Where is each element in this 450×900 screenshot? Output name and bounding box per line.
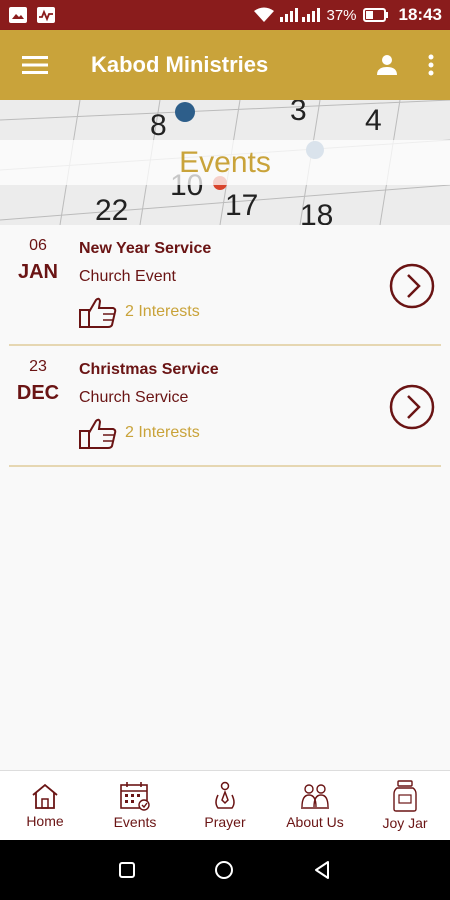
home-icon	[32, 783, 58, 809]
event-card[interactable]: 06 JAN New Year Service Church Event 2 I…	[9, 225, 441, 346]
event-date: 23 DEC	[9, 358, 67, 405]
thumbs-up-icon[interactable]	[79, 296, 117, 328]
system-navigation-bar	[0, 840, 450, 900]
event-month: DEC	[16, 382, 60, 404]
profile-icon[interactable]	[376, 54, 398, 76]
battery-percent: 37%	[326, 6, 357, 24]
events-banner: 8 3 4 22 10 17 18 Events	[0, 100, 450, 225]
chevron-right-circle-icon[interactable]	[389, 263, 435, 309]
nav-label-joy-jar: Joy Jar	[382, 815, 428, 831]
nav-label-about-us: About Us	[286, 814, 344, 830]
page-title: Events	[179, 145, 271, 179]
wifi-icon	[254, 7, 275, 22]
image-notification-icon	[9, 7, 27, 23]
event-day: 23	[29, 358, 47, 375]
event-type: Church Event	[79, 268, 176, 285]
menu-icon[interactable]	[22, 55, 48, 75]
nav-label-prayer: Prayer	[204, 814, 246, 830]
calendar-icon	[120, 782, 150, 811]
chevron-right-circle-icon[interactable]	[389, 384, 435, 430]
event-title: Christmas Service	[79, 361, 219, 378]
people-group-icon	[301, 784, 329, 809]
svg-text:18: 18	[300, 199, 333, 225]
svg-text:22: 22	[95, 194, 128, 225]
activity-notification-icon	[37, 7, 55, 23]
event-list: 06 JAN New Year Service Church Event 2 I…	[0, 225, 450, 467]
nav-item-about-us[interactable]: About Us	[270, 771, 360, 840]
status-bar: 37% 18:43	[0, 0, 450, 30]
more-options-icon[interactable]	[428, 54, 434, 76]
battery-icon	[362, 8, 388, 22]
event-date: 06 JAN	[9, 237, 67, 284]
event-title: New Year Service	[79, 240, 212, 257]
event-card[interactable]: 23 DEC Christmas Service Church Service …	[9, 346, 441, 467]
nav-label-events: Events	[113, 814, 157, 830]
banner-title-overlay: Events	[0, 140, 450, 185]
svg-text:3: 3	[290, 100, 307, 127]
event-type: Church Service	[79, 389, 189, 406]
nav-item-prayer[interactable]: Prayer	[180, 771, 270, 840]
home-button-icon[interactable]	[213, 859, 235, 881]
event-day: 06	[29, 237, 47, 254]
interest-count: 2 Interests	[125, 303, 200, 320]
event-details: New Year Service Church Event 2 Interest…	[79, 240, 211, 328]
nav-item-joy-jar[interactable]: Joy Jar	[360, 771, 450, 840]
event-month: JAN	[17, 261, 58, 283]
svg-text:4: 4	[365, 104, 382, 137]
interest-row[interactable]: 2 Interests	[79, 296, 211, 328]
svg-text:8: 8	[150, 109, 167, 142]
app-bar: Kabod Ministries	[0, 30, 450, 100]
nav-item-home[interactable]: Home	[0, 771, 90, 840]
clock: 18:43	[398, 5, 442, 24]
interest-count: 2 Interests	[125, 424, 200, 441]
bottom-navigation: Home Events Prayer About Us Joy Jar	[0, 770, 450, 840]
recent-apps-icon[interactable]	[118, 861, 136, 879]
interest-row[interactable]: 2 Interests	[79, 417, 219, 449]
nav-label-home: Home	[26, 813, 64, 829]
thumbs-up-icon[interactable]	[79, 417, 117, 449]
svg-text:17: 17	[225, 189, 258, 222]
event-details: Christmas Service Church Service 2 Inter…	[79, 361, 219, 449]
back-icon[interactable]	[312, 860, 332, 880]
nav-item-events[interactable]: Events	[90, 771, 180, 840]
signal-icon	[280, 8, 321, 22]
jar-icon	[393, 780, 417, 812]
app-title: Kabod Ministries	[91, 52, 269, 77]
praying-person-icon	[215, 781, 235, 809]
